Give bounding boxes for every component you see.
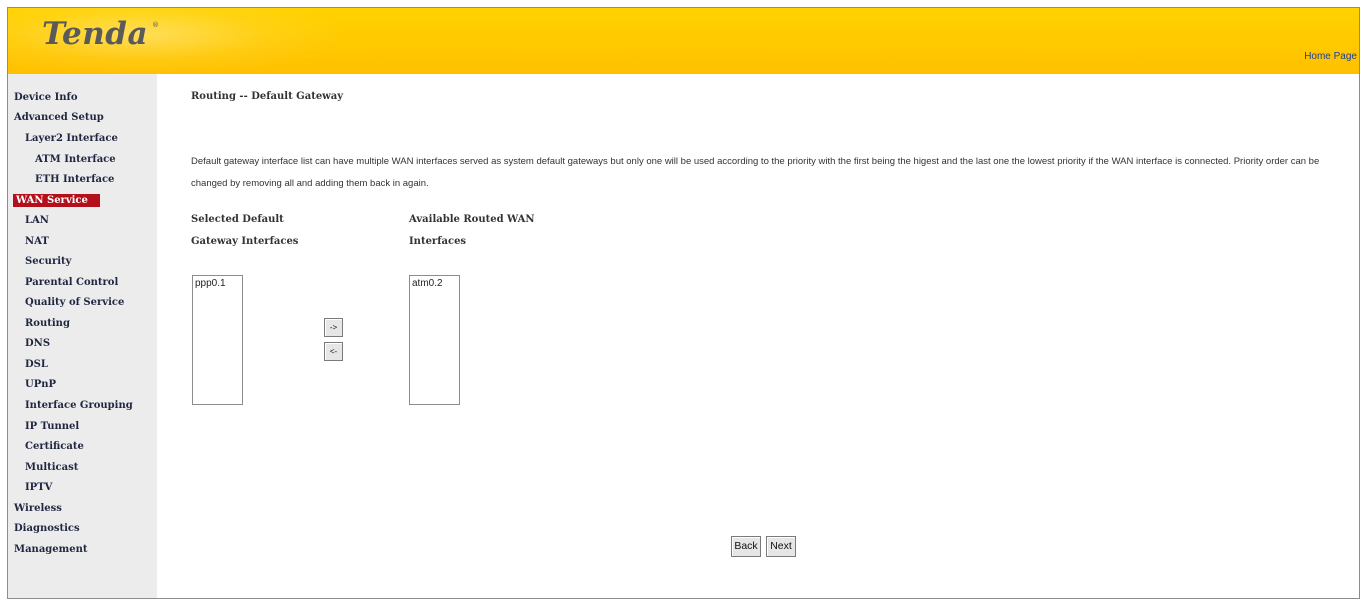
sidebar-item-nat[interactable]: NAT <box>25 236 49 247</box>
sidebar-item-security[interactable]: Security <box>25 256 71 267</box>
registered-mark: ® <box>152 21 159 29</box>
available-wan-label-line1: Available Routed WAN <box>409 214 535 225</box>
sidebar-item-dns[interactable]: DNS <box>25 338 50 349</box>
browser-frame: Tenda ® Home Page Device Info Advanced S… <box>7 7 1360 599</box>
sidebar-item-management[interactable]: Management <box>14 544 88 555</box>
sidebar-item-certificate[interactable]: Certificate <box>25 441 84 452</box>
available-wan-listbox[interactable]: atm0.2 <box>409 275 460 405</box>
page-title: Routing -- Default Gateway <box>191 91 344 102</box>
available-wan-label-line2: Interfaces <box>409 236 467 247</box>
sidebar-item-dsl[interactable]: DSL <box>25 359 48 370</box>
sidebar-item-ip-tunnel[interactable]: IP Tunnel <box>25 421 79 432</box>
available-wan-option[interactable]: atm0.2 <box>412 278 457 289</box>
selected-gateway-listbox[interactable]: ppp0.1 <box>192 275 243 405</box>
back-button[interactable]: Back <box>731 536 761 557</box>
main-content: Routing -- Default Gateway Default gatew… <box>157 74 1359 598</box>
selected-gateway-label-line1: Selected Default <box>191 214 284 225</box>
sidebar-item-advanced-setup[interactable]: Advanced Setup <box>14 112 104 123</box>
sidebar-item-interface-grouping[interactable]: Interface Grouping <box>25 400 133 411</box>
sidebar-item-multicast[interactable]: Multicast <box>25 462 78 473</box>
move-left-button[interactable]: <- <box>324 342 343 361</box>
move-right-button[interactable]: -> <box>324 318 343 337</box>
sidebar-item-upnp[interactable]: UPnP <box>25 379 56 390</box>
sidebar-nav: Device Info Advanced Setup Layer2 Interf… <box>8 74 157 598</box>
sidebar-item-lan[interactable]: LAN <box>25 215 49 226</box>
sidebar-item-iptv[interactable]: IPTV <box>25 482 52 493</box>
selected-gateway-option[interactable]: ppp0.1 <box>195 278 240 289</box>
selected-gateway-label-line2: Gateway Interfaces <box>191 236 299 247</box>
sidebar-item-eth-interface[interactable]: ETH Interface <box>35 174 114 185</box>
tenda-logo: Tenda <box>42 16 149 52</box>
sidebar-item-diagnostics[interactable]: Diagnostics <box>14 523 80 534</box>
sidebar-item-wan-service[interactable]: WAN Service <box>13 194 100 207</box>
sidebar-item-quality-of-service[interactable]: Quality of Service <box>25 297 124 308</box>
sidebar-item-layer2-interface[interactable]: Layer2 Interface <box>25 133 118 144</box>
page-description: Default gateway interface list can have … <box>191 156 1320 189</box>
sidebar-item-device-info[interactable]: Device Info <box>14 92 78 103</box>
next-button[interactable]: Next <box>766 536 796 557</box>
header-banner: Tenda ® Home Page <box>8 8 1359 74</box>
sidebar-item-atm-interface[interactable]: ATM Interface <box>35 154 116 165</box>
sidebar-item-routing[interactable]: Routing <box>25 318 70 329</box>
sidebar-item-wireless[interactable]: Wireless <box>14 503 62 514</box>
sidebar-item-parental-control[interactable]: Parental Control <box>25 277 118 288</box>
home-page-link[interactable]: Home Page <box>1304 51 1357 62</box>
